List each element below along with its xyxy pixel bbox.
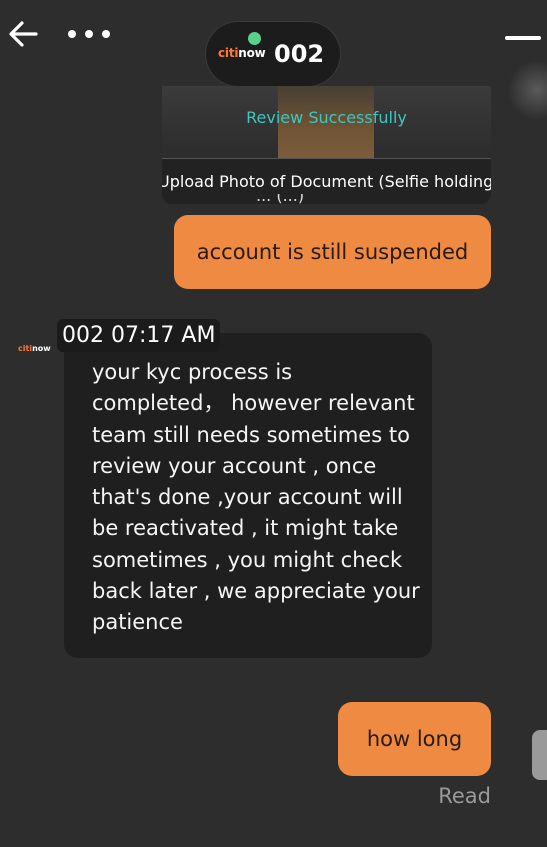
incoming-message[interactable]: your kyc process is completed， however r… xyxy=(64,333,432,658)
sender-time-label: 002 07:17 AM xyxy=(57,319,221,352)
document-title: Upload Photo of Document (Selfie holding xyxy=(162,172,491,191)
document-title-continued: ... (...) xyxy=(256,194,305,204)
message-text: account is still suspended xyxy=(196,240,469,264)
menu-icon[interactable] xyxy=(505,36,541,42)
top-bar: citinow 002 xyxy=(0,0,547,86)
back-arrow-icon[interactable] xyxy=(6,18,40,50)
message-time: 07:17 AM xyxy=(111,323,216,348)
outgoing-message[interactable]: account is still suspended xyxy=(174,215,491,289)
read-receipt: Read xyxy=(438,784,491,808)
more-options-icon[interactable] xyxy=(66,22,112,44)
chat-header[interactable]: citinow 002 xyxy=(206,22,340,86)
message-text: your kyc process is completed， however r… xyxy=(92,360,420,635)
sender-name: 002 xyxy=(62,323,104,348)
chat-name: 002 xyxy=(274,40,325,68)
scrollbar-handle[interactable] xyxy=(532,730,547,780)
online-status-indicator xyxy=(248,32,261,45)
review-status: Review Successfully xyxy=(246,108,407,127)
document-upload-card[interactable]: Review Successfully Upload Photo of Docu… xyxy=(162,86,491,204)
message-text: how long xyxy=(366,727,463,751)
brand-logo: citinow xyxy=(218,46,266,60)
outgoing-message[interactable]: how long xyxy=(338,702,491,776)
card-divider xyxy=(162,158,491,159)
sender-avatar[interactable]: citinow xyxy=(18,344,51,353)
